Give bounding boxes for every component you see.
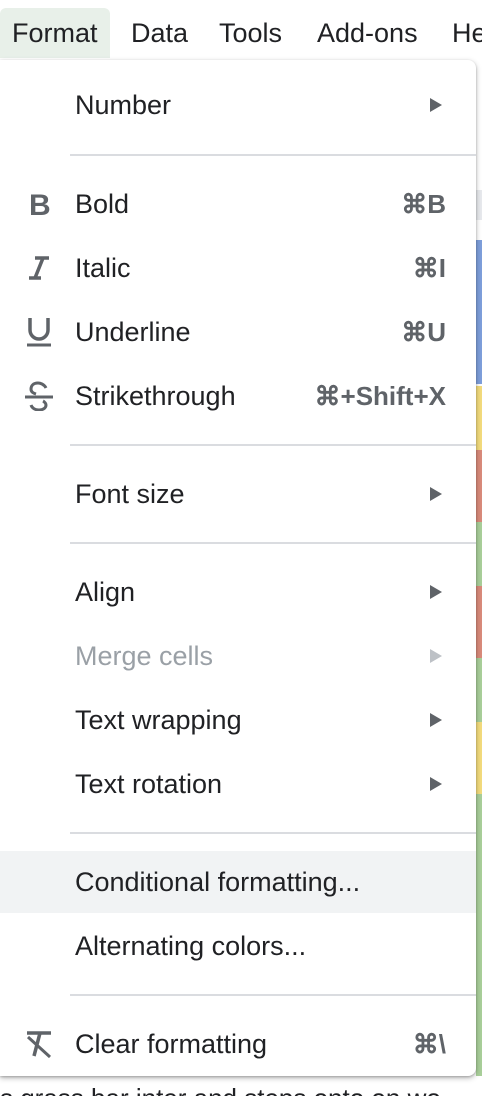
menu-item-label: Number: [75, 90, 172, 120]
submenu-arrow-icon: [430, 585, 442, 599]
italic-icon: [22, 251, 56, 285]
menu-data[interactable]: Data: [119, 8, 200, 58]
submenu-arrow-icon: [430, 487, 442, 501]
menu-item-label: Font size: [75, 479, 185, 509]
bold-icon: B: [22, 187, 56, 221]
submenu-arrow-icon: [430, 777, 442, 791]
menu-item-label: Text rotation: [75, 769, 223, 799]
sheet-strip: [476, 190, 482, 220]
submenu-arrow-icon: [430, 649, 442, 663]
menu-divider: [70, 444, 476, 446]
menu-item-label: Italic: [75, 253, 131, 283]
sheet-strip: [476, 450, 482, 522]
sheet-strip: [476, 722, 482, 794]
sheet-strip: [476, 386, 482, 450]
underline-icon: [22, 315, 56, 349]
menu-item-label: Text wrapping: [75, 705, 242, 735]
menu-item-conditional-formatting[interactable]: Conditional formatting...: [0, 851, 476, 913]
menu-divider: [70, 154, 476, 156]
menu-item-strikethrough[interactable]: Strikethrough ⌘+Shift+X: [0, 365, 476, 427]
menu-divider: [70, 542, 476, 544]
menu-help[interactable]: He: [440, 8, 482, 58]
menu-item-label: Conditional formatting...: [75, 867, 361, 897]
svg-text:B: B: [29, 190, 51, 218]
shortcut-label: ⌘U: [401, 317, 446, 347]
shortcut-label: ⌘+Shift+X: [314, 381, 446, 411]
menu-tools[interactable]: Tools: [207, 8, 294, 58]
menu-item-align[interactable]: Align: [0, 561, 476, 623]
shortcut-label: ⌘B: [401, 189, 446, 219]
sheet-strip: [476, 240, 482, 384]
menu-item-number[interactable]: Number: [0, 74, 476, 136]
menu-item-merge-cells: Merge cells: [0, 625, 476, 687]
sheet-strip: [476, 522, 482, 586]
strikethrough-icon: [22, 379, 56, 413]
shortcut-label: ⌘I: [412, 253, 446, 283]
sheet-strip: [476, 794, 482, 1076]
menu-item-label: Clear formatting: [75, 1029, 268, 1059]
sheet-strip: [476, 586, 482, 658]
menu-item-italic[interactable]: Italic ⌘I: [0, 237, 476, 299]
clear-formatting-icon: [22, 1027, 56, 1061]
sheet-strip: [476, 658, 482, 722]
menu-bar: Format Data Tools Add-ons He: [0, 0, 482, 62]
menu-item-label: Underline: [75, 317, 191, 347]
menu-item-bold[interactable]: B Bold ⌘B: [0, 173, 476, 235]
menu-item-label: Alternating colors...: [75, 931, 307, 961]
menu-item-label: Merge cells: [75, 641, 214, 671]
menu-divider: [70, 994, 476, 996]
format-dropdown-menu: Number B Bold ⌘B Italic ⌘I Underline ⌘U …: [0, 60, 476, 1076]
menu-item-text-wrapping[interactable]: Text wrapping: [0, 689, 476, 751]
menu-item-font-size[interactable]: Font size: [0, 463, 476, 525]
menu-item-label: Align: [75, 577, 136, 607]
menu-divider: [70, 832, 476, 834]
menu-item-label: Bold: [75, 189, 130, 219]
shortcut-label: ⌘\: [412, 1029, 446, 1059]
menu-item-underline[interactable]: Underline ⌘U: [0, 301, 476, 363]
menu-item-text-rotation[interactable]: Text rotation: [0, 753, 476, 815]
submenu-arrow-icon: [430, 98, 442, 112]
menu-add-ons[interactable]: Add-ons: [305, 8, 430, 58]
menu-item-alternating-colors[interactable]: Alternating colors...: [0, 915, 476, 977]
menu-item-clear-formatting[interactable]: Clear formatting ⌘\: [0, 1013, 476, 1075]
sheet-cell-text: s grass bar inter and steps onto on wo: [0, 1080, 482, 1096]
menu-item-label: Strikethrough: [75, 381, 236, 411]
menu-format[interactable]: Format: [0, 8, 110, 58]
submenu-arrow-icon: [430, 713, 442, 727]
